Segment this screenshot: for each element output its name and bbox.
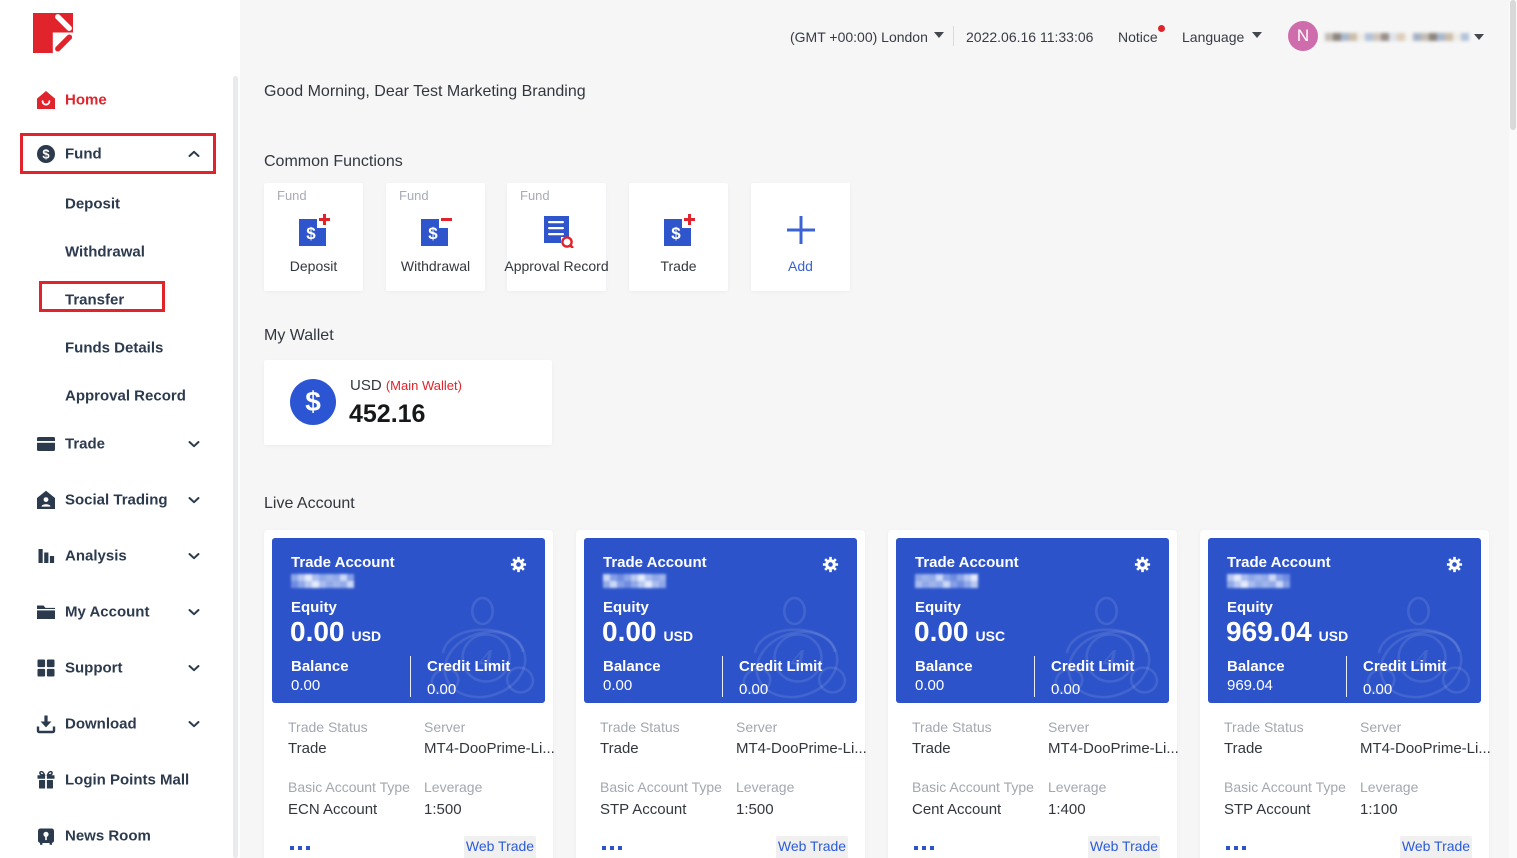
svg-text:4: 4: [1414, 644, 1429, 674]
svg-text:4: 4: [478, 644, 493, 674]
svg-text:$: $: [428, 224, 438, 243]
svg-text:$: $: [306, 224, 316, 243]
svg-text:$: $: [671, 224, 681, 243]
svg-text:4: 4: [790, 644, 805, 674]
svg-text:$: $: [42, 147, 50, 162]
svg-text:4: 4: [1102, 644, 1117, 674]
